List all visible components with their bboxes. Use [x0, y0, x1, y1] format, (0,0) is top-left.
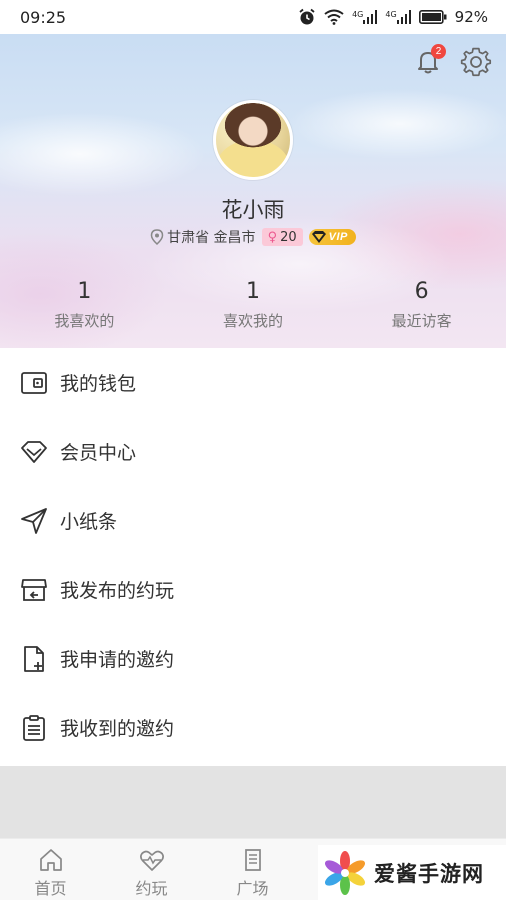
stat-label: 喜欢我的: [223, 312, 284, 330]
wallet-icon: [21, 371, 47, 394]
age-badge: ♀ 20: [261, 228, 303, 246]
menu-item-notes[interactable]: 小纸条: [0, 486, 506, 555]
menu-item-wallet[interactable]: 我的钱包: [0, 348, 506, 417]
username: 花小雨: [221, 198, 285, 222]
stat-value: 1: [246, 279, 260, 304]
stat-i-like[interactable]: 1 我喜欢的: [0, 278, 169, 331]
vip-badge[interactable]: VIP: [308, 229, 356, 245]
wifi-icon: [324, 9, 344, 25]
age-value: 20: [280, 229, 297, 245]
stat-label: 我喜欢的: [54, 312, 115, 330]
signal-bars-icon: [363, 10, 378, 24]
status-icons: 4G 4G 92%: [298, 8, 488, 26]
battery-percent: 92%: [454, 8, 488, 26]
gear-icon: [460, 47, 492, 77]
home-icon: [39, 849, 62, 871]
stats-row: 1 我喜欢的 1 喜欢我的 6 最近访客: [0, 278, 506, 331]
menu-item-label: 我的钱包: [60, 373, 137, 395]
stat-recent-visitors[interactable]: 6 最近访客: [337, 278, 506, 331]
menu-list: 我的钱包 会员中心 小纸条 我发布的约玩 我申请的邀约 我收到的邀约: [0, 348, 506, 766]
tab-home[interactable]: 首页: [0, 839, 101, 900]
watermark: 爱酱手游网: [318, 845, 506, 900]
location-text: 甘肃省 金昌市: [167, 230, 256, 246]
paper-plane-icon: [21, 507, 47, 534]
notification-badge: 2: [431, 44, 446, 59]
profile-header: 2 花小雨 甘肃省 金昌市 ♀ 20 VIP 1 我喜欢的 1 喜欢我的 6 最…: [0, 34, 506, 348]
diamond-icon: [21, 440, 47, 463]
menu-item-label: 小纸条: [60, 511, 118, 533]
pinwheel-logo-icon: [324, 850, 366, 895]
signal-1: 4G: [352, 10, 378, 24]
tab-play[interactable]: 约玩: [101, 839, 202, 900]
status-time: 09:25: [20, 7, 67, 27]
battery-icon: [418, 10, 447, 24]
empty-area: [0, 766, 506, 838]
vip-label: VIP: [328, 231, 348, 243]
square-icon: [244, 849, 261, 871]
tab-square[interactable]: 广场: [202, 839, 303, 900]
profile-info-row: 甘肃省 金昌市 ♀ 20 VIP: [0, 227, 506, 247]
avatar[interactable]: [213, 100, 293, 180]
location: 甘肃省 金昌市: [150, 227, 256, 247]
alarm-icon: [299, 8, 315, 25]
menu-item-my-posts[interactable]: 我发布的约玩: [0, 555, 506, 624]
stat-value: 6: [414, 279, 429, 304]
watermark-text: 爱酱手游网: [374, 861, 484, 886]
tab-label: 首页: [34, 879, 67, 898]
location-pin-icon: [150, 229, 164, 245]
female-icon: ♀: [267, 229, 278, 245]
crown-diamond-icon: [311, 231, 326, 243]
menu-item-label: 我收到的邀约: [60, 718, 175, 740]
signal-bars-icon: [396, 10, 411, 24]
settings-button[interactable]: [460, 46, 492, 78]
menu-item-vip-center[interactable]: 会员中心: [0, 417, 506, 486]
status-bar: 09:25 4G 4G 92%: [0, 0, 506, 34]
store-icon: [21, 578, 47, 601]
clipboard-icon: [23, 714, 45, 741]
document-add-icon: [24, 645, 44, 672]
menu-item-label: 会员中心: [60, 442, 137, 464]
tab-label: 约玩: [135, 879, 168, 898]
menu-item-label: 我发布的约玩: [60, 580, 175, 602]
signal-2: 4G: [385, 10, 411, 24]
stat-likes-me[interactable]: 1 喜欢我的: [169, 278, 338, 331]
tab-label: 广场: [236, 879, 269, 898]
stat-label: 最近访客: [391, 312, 452, 330]
notification-button[interactable]: 2: [414, 44, 446, 76]
heartbeat-icon: [139, 850, 164, 871]
menu-item-received-invites[interactable]: 我收到的邀约: [0, 693, 506, 762]
menu-item-label: 我申请的邀约: [60, 649, 175, 671]
menu-item-applied-invites[interactable]: 我申请的邀约: [0, 624, 506, 693]
stat-value: 1: [77, 279, 92, 304]
